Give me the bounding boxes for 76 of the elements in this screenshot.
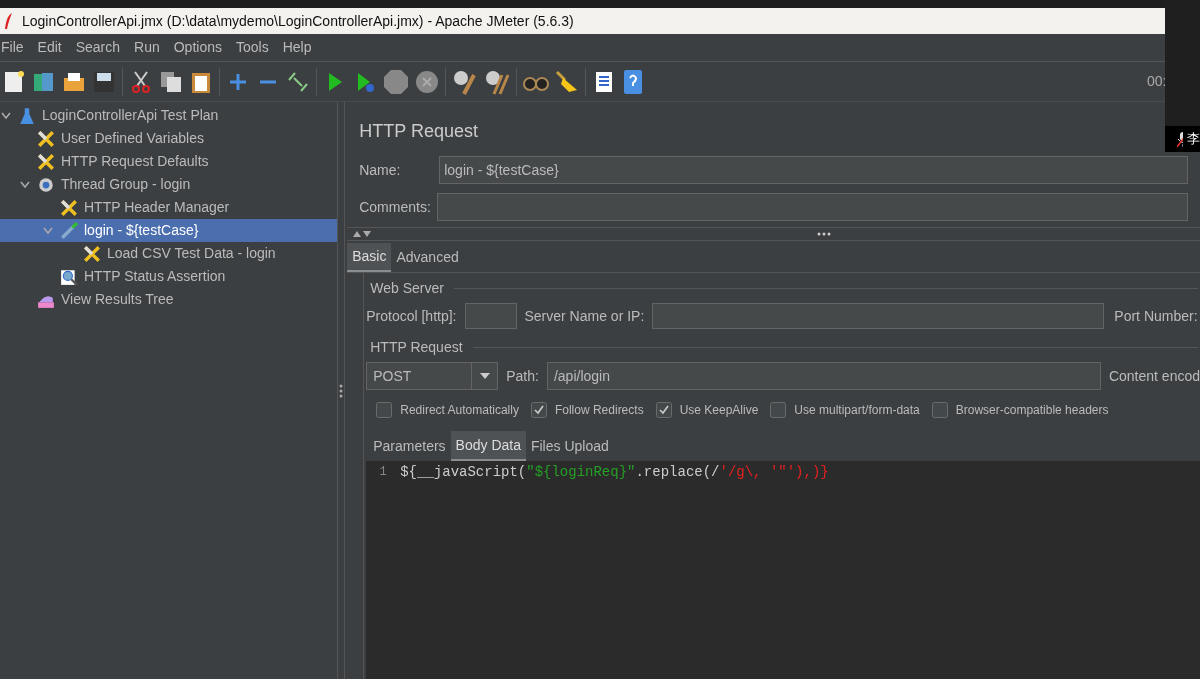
splitter-handle-icon[interactable] <box>339 383 344 398</box>
stop-icon[interactable] <box>383 68 409 95</box>
checkbox[interactable] <box>931 402 948 418</box>
tree-item[interactable]: HTTP Header Manager <box>0 196 338 219</box>
magnifier-icon <box>60 267 78 286</box>
menu-item[interactable]: Options <box>173 37 222 58</box>
checkbox-label: Redirect Automatically <box>400 402 519 419</box>
checkbox-label: Use multipart/form-data <box>794 402 920 419</box>
panel-title: HTTP Request <box>359 120 478 143</box>
tab[interactable]: Files Upload <box>525 431 614 461</box>
tree-item[interactable]: HTTP Request Defaults <box>0 150 338 173</box>
section-legend: HTTP Request <box>368 336 465 358</box>
tree-item[interactable]: LoginControllerApi Test Plan <box>0 104 338 127</box>
tab[interactable]: Advanced <box>391 243 464 272</box>
name-label: Name: <box>359 160 402 180</box>
tree-item[interactable]: Load CSV Test Data - login <box>0 242 338 265</box>
section-legend: Web Server <box>368 277 446 299</box>
checkbox-label: Browser-compatible headers <box>955 402 1109 419</box>
shutdown-icon[interactable] <box>415 69 439 94</box>
checkbox-label: Use KeepAlive <box>679 402 759 419</box>
pipette-icon <box>60 221 78 240</box>
window-title: LoginControllerApi.jmx (D:\data\mydemo\LoginControllerApi.jmx) - Apache JMeter (5.6.3) <box>22 11 574 31</box>
broom-icon[interactable] <box>555 69 579 94</box>
elapsed-time: 00: <box>1147 72 1167 91</box>
wrench-screwdriver-icon <box>60 198 78 217</box>
cut-icon[interactable] <box>129 69 153 94</box>
tab[interactable]: Body Data <box>450 431 526 461</box>
checkbox[interactable] <box>530 402 547 418</box>
checkbox[interactable] <box>376 402 393 418</box>
divider-handle-icon[interactable] <box>817 232 832 236</box>
menu-item[interactable]: File <box>1 37 24 58</box>
tree-item[interactable]: HTTP Status Assertion <box>0 265 338 288</box>
menu-item[interactable]: Tools <box>236 37 269 58</box>
method-dropdown[interactable]: POST <box>366 362 499 390</box>
protocol-field[interactable] <box>464 303 517 329</box>
checkbox-label: Follow Redirects <box>554 402 644 419</box>
copy-icon[interactable] <box>159 69 183 94</box>
save-icon[interactable] <box>92 69 116 94</box>
path-field[interactable]: /api/login <box>546 362 1101 390</box>
encoding-label: Content encod <box>1108 366 1200 386</box>
wrench-screwdriver-icon <box>37 129 55 148</box>
port-label: Port Number: <box>1114 306 1198 326</box>
menu-item[interactable]: Help <box>282 37 312 58</box>
help-icon[interactable] <box>622 68 644 95</box>
wrench-screwdriver-icon <box>37 152 55 171</box>
muted-microphone-icon[interactable] <box>1177 131 1183 147</box>
menu-item[interactable]: Run <box>134 37 160 58</box>
checkbox[interactable] <box>655 402 672 418</box>
wrench-screwdriver-icon <box>83 244 101 263</box>
tab[interactable]: Parameters <box>368 431 451 461</box>
path-label: Path: <box>506 366 539 386</box>
tab[interactable]: Basic <box>347 243 392 272</box>
tree-item[interactable]: View Results Tree <box>0 288 338 311</box>
collapse-arrows-icon[interactable] <box>353 231 372 237</box>
flask-icon <box>18 106 36 125</box>
menu-item[interactable]: Edit <box>37 37 62 58</box>
line-number: 1 <box>378 464 388 481</box>
new-document-icon[interactable] <box>2 69 26 94</box>
tree-item[interactable]: User Defined Variables <box>0 127 338 150</box>
comments-field[interactable] <box>437 193 1188 221</box>
dropdown-arrow-icon <box>479 373 490 379</box>
gear-icon <box>37 175 55 194</box>
chevron-icon[interactable] <box>1 111 11 120</box>
name-field[interactable]: login - ${testCase} <box>439 156 1188 184</box>
feather-icon <box>4 12 14 30</box>
comments-label: Comments: <box>359 197 432 217</box>
menu-item[interactable]: Search <box>75 37 121 58</box>
protocol-label: Protocol [http]: <box>366 306 457 326</box>
code-line[interactable]: ${__javaScript("${loginReq}".replace(/'/g\, '"'),)} <box>400 461 829 483</box>
checkbox[interactable] <box>770 402 787 418</box>
user-name: 李 <box>1187 130 1200 149</box>
tree-item[interactable]: Thread Group - login <box>0 173 338 196</box>
chevron-icon[interactable] <box>20 180 30 189</box>
server-label: Server Name or IP: <box>524 306 645 326</box>
tree-item[interactable]: login - ${testCase} <box>0 219 338 242</box>
server-field[interactable] <box>652 303 1105 329</box>
